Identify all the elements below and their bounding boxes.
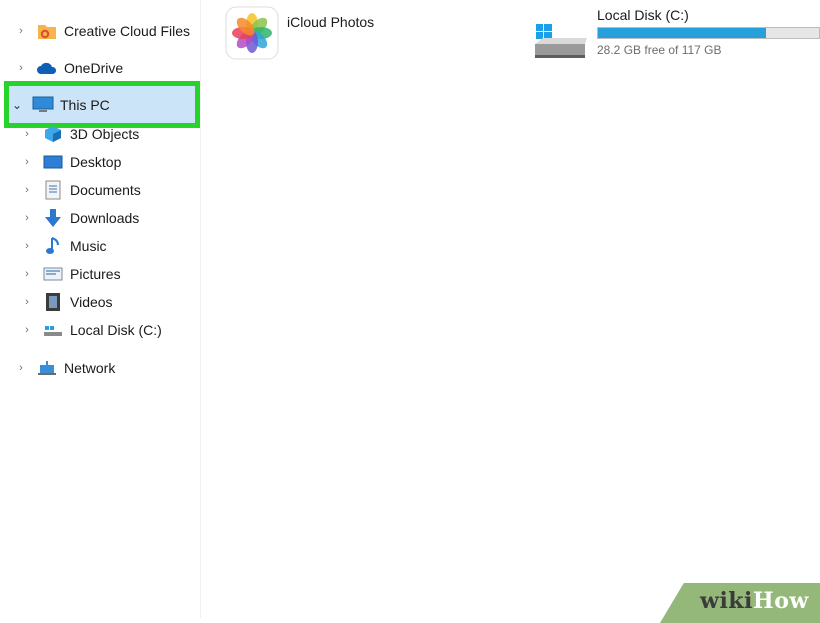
chevron-right-icon[interactable]: › xyxy=(20,184,34,196)
chevron-right-icon[interactable]: › xyxy=(14,62,28,74)
monitor-icon xyxy=(32,94,54,116)
nav-item-label: Downloads xyxy=(70,210,140,226)
watermark-wiki: wiki xyxy=(700,588,753,614)
nav-item-label: Desktop xyxy=(70,154,122,170)
chevron-right-icon[interactable]: › xyxy=(20,240,34,252)
nav-item-label: Network xyxy=(64,360,116,376)
nav-item-label: Music xyxy=(70,238,107,254)
nav-item-label: OneDrive xyxy=(64,60,124,76)
downloads-icon xyxy=(42,207,64,229)
network-icon xyxy=(36,357,58,379)
nav-item-music[interactable]: › Music xyxy=(0,232,107,260)
pictures-icon xyxy=(42,263,64,285)
3d-objects-icon xyxy=(42,123,64,145)
chevron-right-icon[interactable]: › xyxy=(14,25,28,37)
chevron-right-icon[interactable]: › xyxy=(14,362,28,374)
nav-item-documents[interactable]: › Documents xyxy=(0,176,141,204)
chevron-right-icon[interactable]: › xyxy=(20,296,34,308)
chevron-right-icon[interactable]: › xyxy=(20,268,34,280)
nav-item-this-pc[interactable]: ⌄ This PC xyxy=(0,91,110,119)
chevron-right-icon[interactable]: › xyxy=(20,128,34,140)
nav-item-desktop[interactable]: › Desktop xyxy=(0,148,121,176)
nav-item-network[interactable]: › Network xyxy=(0,354,115,382)
watermark-how: How xyxy=(752,588,809,614)
navigation-pane: › Creative Cloud Files › OneDrive ⌄ This… xyxy=(0,0,201,618)
nav-item-label: Local Disk (C:) xyxy=(70,322,162,338)
icloud-photos-icon xyxy=(225,6,279,60)
nav-item-pictures[interactable]: › Pictures xyxy=(0,260,121,288)
disk-free-space-text: 28.2 GB free of 117 GB xyxy=(597,43,722,57)
nav-item-onedrive[interactable]: › OneDrive xyxy=(0,54,123,82)
disk-usage-bar xyxy=(597,27,820,39)
nav-item-label: Creative Cloud Files xyxy=(64,23,191,39)
nav-item-label: Documents xyxy=(70,182,141,198)
creative-cloud-folder-icon xyxy=(36,20,58,42)
wikihow-watermark: wikiHow xyxy=(700,588,809,614)
disk-usage-fill xyxy=(598,28,766,38)
nav-item-label: 3D Objects xyxy=(70,126,140,142)
documents-icon xyxy=(42,179,64,201)
nav-item-3d-objects[interactable]: › 3D Objects xyxy=(0,120,139,148)
chevron-right-icon[interactable]: › xyxy=(20,324,34,336)
drive-icon xyxy=(42,319,64,341)
nav-item-local-disk[interactable]: › Local Disk (C:) xyxy=(0,316,162,344)
chevron-right-icon[interactable]: › xyxy=(20,212,34,224)
icloud-photos-label: iCloud Photos xyxy=(287,14,375,30)
nav-item-downloads[interactable]: › Downloads xyxy=(0,204,139,232)
nav-item-label: This PC xyxy=(60,97,110,113)
videos-icon xyxy=(42,291,64,313)
windows-drive-icon xyxy=(533,22,589,62)
chevron-down-icon[interactable]: ⌄ xyxy=(10,98,24,112)
nav-item-videos[interactable]: › Videos xyxy=(0,288,113,316)
desktop-icon xyxy=(42,151,64,173)
onedrive-cloud-icon xyxy=(36,57,58,79)
local-disk-label: Local Disk (C:) xyxy=(597,7,689,23)
nav-item-creative-cloud-files[interactable]: › Creative Cloud Files xyxy=(0,17,190,45)
music-icon xyxy=(42,235,64,257)
chevron-right-icon[interactable]: › xyxy=(20,156,34,168)
nav-item-label: Videos xyxy=(70,294,113,310)
nav-item-label: Pictures xyxy=(70,266,121,282)
